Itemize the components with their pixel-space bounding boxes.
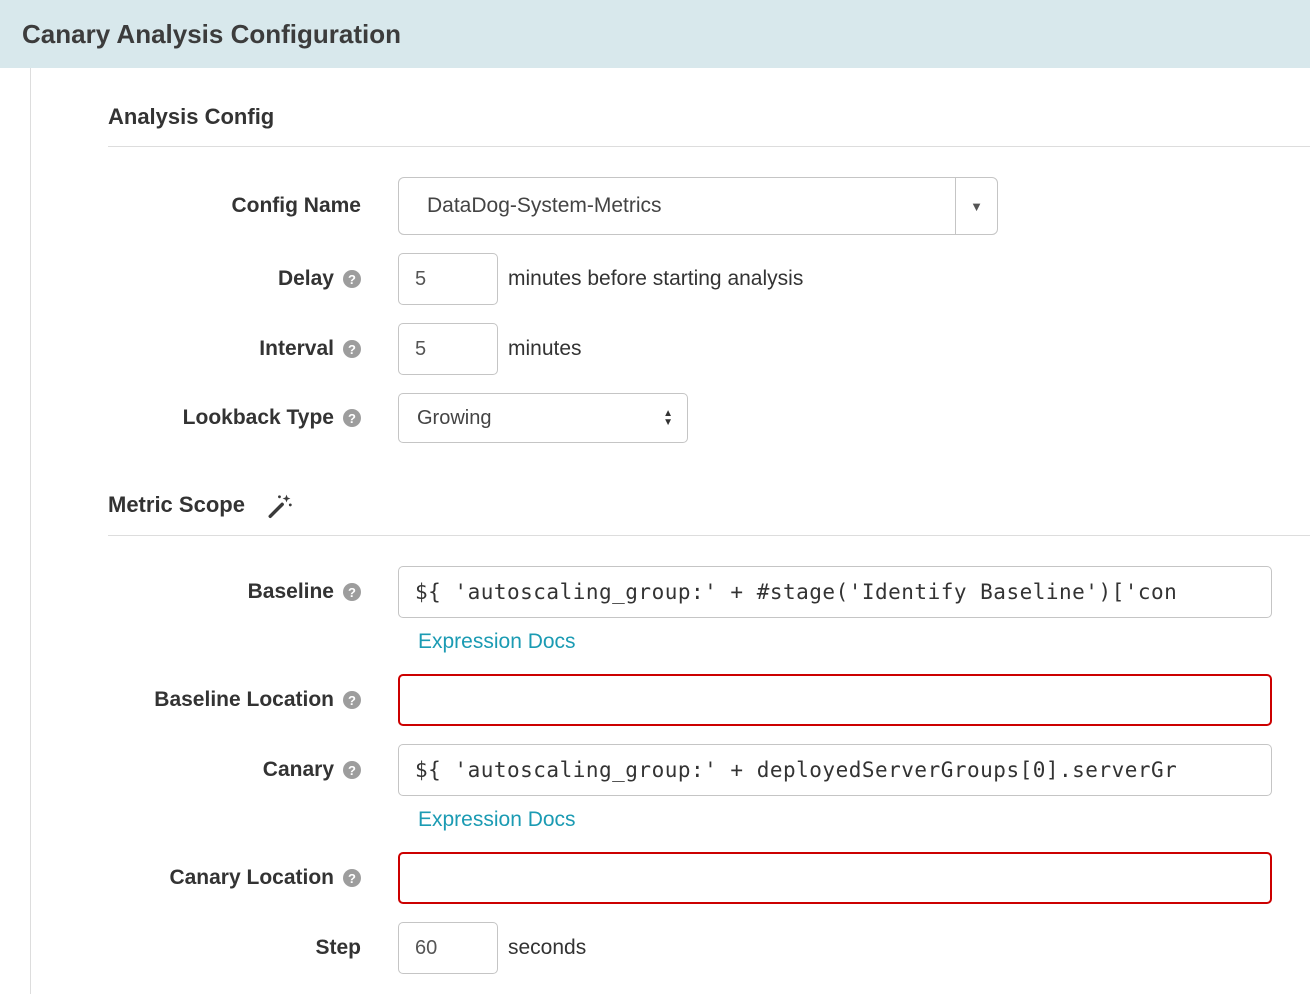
config-name-row: Config Name DataDog-System-Metrics ▼ [31, 177, 1310, 235]
step-label: Step [315, 936, 361, 960]
interval-help-icon[interactable]: ? [343, 340, 361, 358]
interval-suffix: minutes [508, 337, 582, 361]
baseline-location-control [398, 674, 1310, 726]
baseline-label-col: Baseline ? [31, 566, 361, 618]
config-name-control: DataDog-System-Metrics ▼ [398, 177, 1310, 235]
delay-row: Delay ? minutes before starting analysis [31, 253, 1310, 305]
canary-control: Expression Docs [398, 744, 1310, 834]
config-name-select[interactable]: DataDog-System-Metrics ▼ [398, 177, 998, 235]
baseline-location-label: Baseline Location [154, 688, 334, 712]
expression-docs-link[interactable]: Expression Docs [418, 630, 576, 654]
metric-scope-heading-text: Metric Scope [108, 492, 245, 518]
canary-location-input[interactable] [398, 852, 1272, 904]
config-name-value: DataDog-System-Metrics [399, 178, 955, 234]
lookback-type-help-icon[interactable]: ? [343, 409, 361, 427]
config-name-label: Config Name [231, 194, 361, 218]
magic-wand-icon[interactable] [267, 493, 293, 519]
divider [108, 146, 1310, 147]
canary-label-col: Canary ? [31, 744, 361, 796]
canary-label: Canary [263, 758, 334, 782]
analysis-config-heading-text: Analysis Config [108, 104, 274, 130]
baseline-location-input[interactable] [398, 674, 1272, 726]
canary-location-label: Canary Location [169, 866, 334, 890]
step-label-col: Step [31, 922, 361, 974]
chevron-down-icon[interactable]: ▼ [955, 178, 997, 234]
delay-label: Delay [278, 267, 334, 291]
lookback-type-row: Lookback Type ? Growing ▲ ▼ [31, 393, 1310, 443]
baseline-location-row: Baseline Location ? [31, 674, 1310, 726]
select-updown-icon: ▲ ▼ [663, 409, 673, 427]
step-control: seconds [398, 922, 1310, 974]
config-name-label-col: Config Name [31, 177, 361, 235]
delay-label-col: Delay ? [31, 253, 361, 305]
baseline-help-icon[interactable]: ? [343, 583, 361, 601]
modal-header: Canary Analysis Configuration [0, 0, 1310, 68]
baseline-control: Expression Docs [398, 566, 1310, 656]
page-title: Canary Analysis Configuration [22, 19, 401, 50]
interval-input[interactable] [398, 323, 498, 375]
step-suffix: seconds [508, 936, 586, 960]
section-heading-analysis-config: Analysis Config [108, 104, 1310, 130]
canary-help-icon[interactable]: ? [343, 761, 361, 779]
canary-location-help-icon[interactable]: ? [343, 869, 361, 887]
delay-suffix: minutes before starting analysis [508, 267, 803, 291]
interval-row: Interval ? minutes [31, 323, 1310, 375]
lookback-type-label: Lookback Type [183, 406, 334, 430]
baseline-row: Baseline ? Expression Docs [31, 566, 1310, 656]
canary-input[interactable] [398, 744, 1272, 796]
lookback-type-select[interactable]: Growing ▲ ▼ [398, 393, 688, 443]
baseline-label: Baseline [248, 580, 334, 604]
delay-control: minutes before starting analysis [398, 253, 1310, 305]
lookback-type-control: Growing ▲ ▼ [398, 393, 1310, 443]
interval-control: minutes [398, 323, 1310, 375]
interval-label: Interval [259, 337, 334, 361]
interval-label-col: Interval ? [31, 323, 361, 375]
section-heading-metric-scope: Metric Scope [108, 491, 1310, 519]
step-input[interactable] [398, 922, 498, 974]
baseline-input[interactable] [398, 566, 1272, 618]
canary-location-control [398, 852, 1310, 904]
baseline-location-help-icon[interactable]: ? [343, 691, 361, 709]
baseline-location-label-col: Baseline Location ? [31, 674, 361, 726]
delay-help-icon[interactable]: ? [343, 270, 361, 288]
canary-location-label-col: Canary Location ? [31, 852, 361, 904]
caret-down-icon: ▼ [663, 418, 673, 427]
divider [108, 535, 1310, 536]
modal-body: Analysis Config Config Name DataDog-Syst… [30, 68, 1310, 994]
canary-location-row: Canary Location ? [31, 852, 1310, 904]
step-row: Step seconds [31, 922, 1310, 974]
canary-row: Canary ? Expression Docs [31, 744, 1310, 834]
lookback-type-label-col: Lookback Type ? [31, 393, 361, 443]
expression-docs-link[interactable]: Expression Docs [418, 808, 576, 832]
delay-input[interactable] [398, 253, 498, 305]
lookback-type-value: Growing [417, 407, 491, 430]
